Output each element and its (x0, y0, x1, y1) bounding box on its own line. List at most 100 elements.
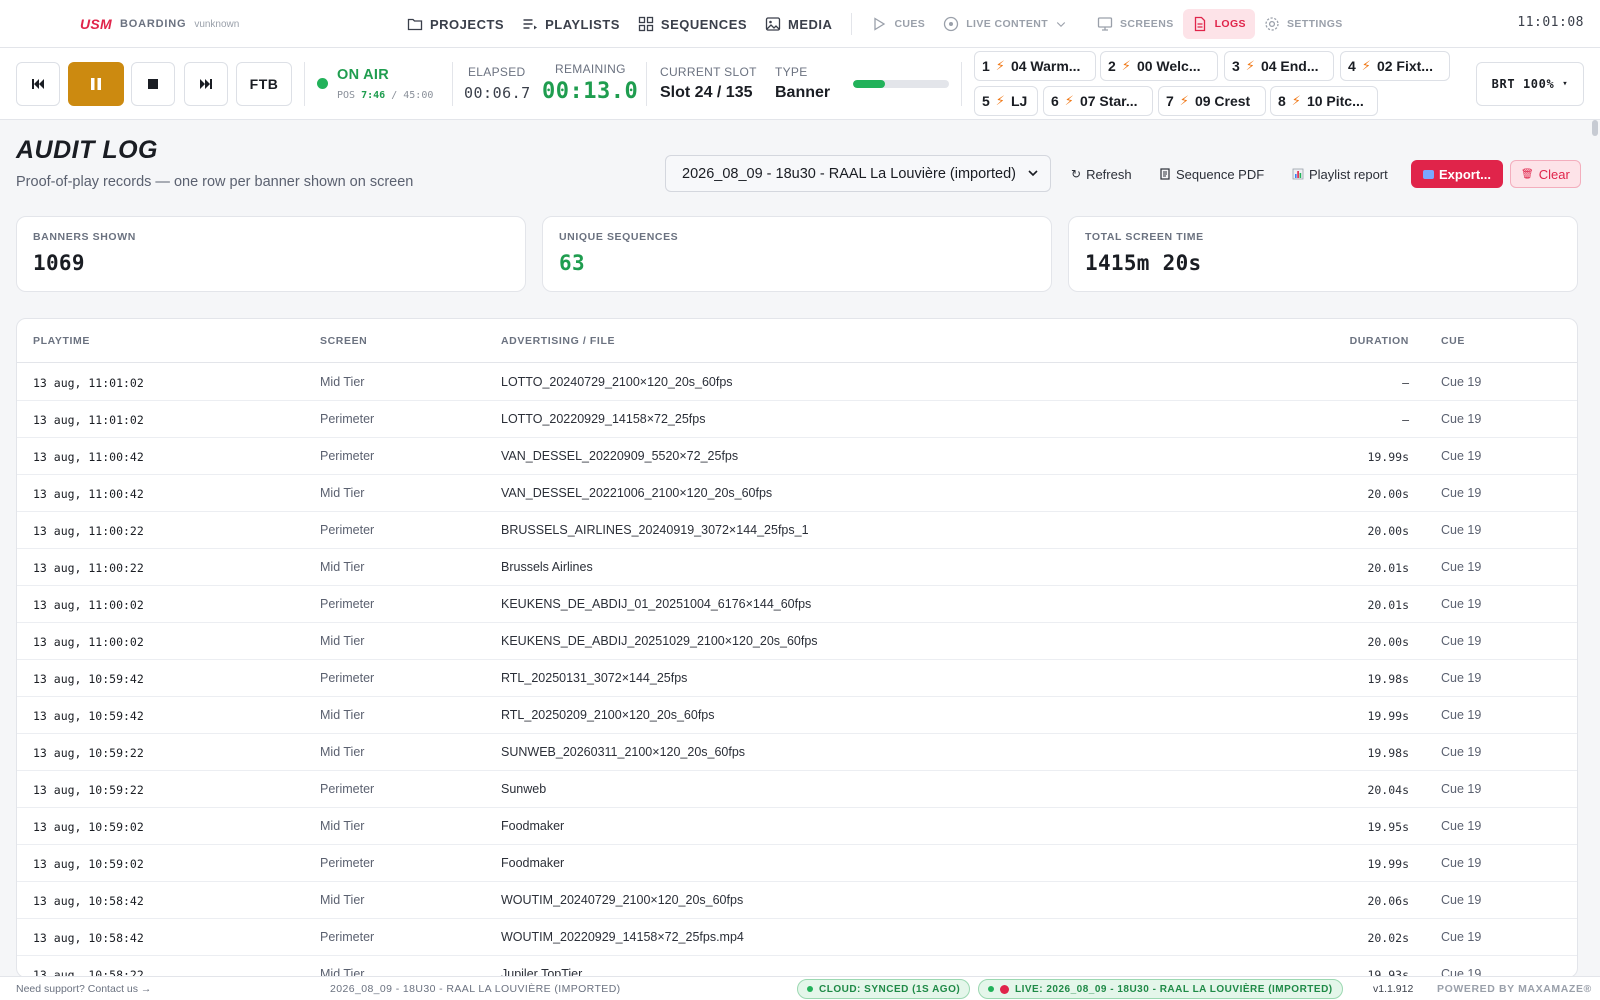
cell-duration: 19.95s (1367, 820, 1409, 834)
position-total: / 45:00 (391, 90, 434, 101)
cue-name: 04 Warm... (1010, 58, 1081, 74)
cell-cue: Cue 19 (1441, 560, 1482, 574)
table-row[interactable]: 13 aug, 11:00:22 Mid Tier Brussels Airline… (17, 549, 1577, 586)
table-row[interactable]: 13 aug, 10:59:02 Mid Tier Foodmaker 19.95s C… (17, 808, 1577, 845)
cue-number: 8 (1278, 93, 1286, 109)
table-row[interactable]: 13 aug, 10:59:22 Mid Tier SUNWEB_20260311_… (17, 734, 1577, 771)
table-row[interactable]: 13 aug, 10:58:42 Perimeter WOUTIM_20220929… (17, 919, 1577, 956)
column-header-duration[interactable]: DURATION (1350, 335, 1409, 347)
table-row[interactable]: 13 aug, 10:58:22 Mid Tier Jupiler TopTier 1… (17, 956, 1577, 977)
playlist-icon (523, 19, 538, 30)
cue-button-1[interactable]: 1 ⚡ 04 Warm... (974, 51, 1096, 81)
status-footer: Need support? Contact us → 2026_08_09 - … (0, 976, 1600, 1000)
nav-settings[interactable]: SETTINGS (1255, 9, 1352, 39)
scrollbar-thumb[interactable] (1592, 120, 1598, 136)
cue-button-6[interactable]: 6 ⚡ 07 Star... (1043, 86, 1153, 116)
table-row[interactable]: 13 aug, 11:00:02 Mid Tier KEUKENS_DE_ABDIJ… (17, 623, 1577, 660)
table-row[interactable]: 13 aug, 11:01:02 Perimeter LOTTO_20220929_… (17, 401, 1577, 438)
brand: USM BOARDING vunknown (80, 0, 239, 48)
refresh-label: Refresh (1086, 166, 1132, 182)
cell-screen: Perimeter (320, 523, 375, 537)
cell-playtime: 13 aug, 10:59:22 (33, 783, 144, 797)
nav-list: PROJECTS PLAYLISTS SEQUENCES MEDIA CUES … (398, 0, 1352, 48)
cue-button-5[interactable]: 5 ⚡ LJ (974, 86, 1038, 116)
cue-button-3[interactable]: 3 ⚡ 04 End... (1224, 51, 1334, 81)
bolt-icon: ⚡ (1245, 58, 1255, 73)
elapsed-value: 00:06.7 (464, 84, 531, 102)
slot-progress-fill (853, 80, 885, 88)
cell-screen: Mid Tier (320, 486, 365, 500)
nav-sequences[interactable]: SEQUENCES (629, 9, 756, 39)
cue-button-7[interactable]: 7 ⚡ 09 Crest (1158, 86, 1266, 116)
sequence-select[interactable]: 2026_08_09 - 18u30 - RAAL La Louvière (i… (665, 155, 1051, 192)
nav-projects[interactable]: PROJECTS (398, 9, 513, 39)
nav-live-content-label: LIVE CONTENT (966, 18, 1049, 30)
column-header-cue[interactable]: CUE (1441, 335, 1465, 347)
fade-to-black-button[interactable]: FTB (236, 62, 292, 106)
play-outline-icon (874, 17, 886, 31)
table-row[interactable]: 13 aug, 10:58:42 Mid Tier WOUTIM_20240729_… (17, 882, 1577, 919)
current-slot-value: Slot 24 / 135 (660, 84, 753, 101)
nav-playlists[interactable]: PLAYLISTS (513, 9, 629, 39)
stop-button[interactable] (131, 62, 175, 106)
sync-dot (807, 986, 813, 992)
cell-file: KEUKENS_DE_ABDIJ_01_20251004_6176×144_60… (501, 597, 812, 611)
cue-button-2[interactable]: 2 ⚡ 00 Welc... (1100, 51, 1218, 81)
cell-cue: Cue 19 (1441, 819, 1482, 833)
clock: 11:01:08 (1517, 15, 1584, 30)
column-header-playtime[interactable]: PLAYTIME (33, 335, 90, 347)
brand-logo[interactable]: USM (80, 16, 112, 32)
nav-logs[interactable]: LOGS (1182, 9, 1255, 39)
position-label: POS (337, 90, 356, 101)
table-row[interactable]: 13 aug, 11:00:22 Perimeter BRUSSELS_AIRLIN… (17, 512, 1577, 549)
cell-cue: Cue 19 (1441, 930, 1482, 944)
column-header-screen[interactable]: SCREEN (320, 335, 367, 347)
table-row[interactable]: 13 aug, 10:59:22 Perimeter Sunweb 20.04s Cue… (17, 771, 1577, 808)
table-row[interactable]: 13 aug, 10:59:02 Perimeter Foodmaker 19.99s… (17, 845, 1577, 882)
cue-name: 09 Crest (1194, 93, 1251, 109)
sequence-select-value: 2026_08_09 - 18u30 - RAAL La Louvière (i… (682, 165, 1016, 182)
clear-button[interactable]: 🗑 Clear (1510, 160, 1581, 188)
cell-playtime: 13 aug, 10:58:42 (33, 931, 144, 945)
nav-cues[interactable]: CUES (862, 9, 934, 39)
gear-icon (1265, 17, 1279, 31)
cell-screen: Mid Tier (320, 819, 365, 833)
export-button[interactable]: Export... (1411, 160, 1504, 188)
user-name: vunknown (194, 18, 240, 30)
cell-duration: 20.00s (1367, 487, 1409, 501)
cell-file: LOTTO_20240729_2100×120_20s_60fps (501, 375, 733, 389)
column-header-file[interactable]: ADVERTISING / FILE (501, 335, 615, 347)
cue-button-4[interactable]: 4 ⚡ 02 Fixt... (1340, 51, 1450, 81)
nav-settings-label: SETTINGS (1286, 18, 1343, 30)
table-row[interactable]: 13 aug, 11:00:02 Perimeter KEUKENS_DE_ABDI… (17, 586, 1577, 623)
cue-number: 4 (1348, 58, 1356, 74)
brightness-select[interactable]: BRT 100% ▾ (1476, 62, 1584, 106)
table-row[interactable]: 13 aug, 11:00:42 Mid Tier VAN_DESSEL_20221… (17, 475, 1577, 512)
table-row[interactable]: 13 aug, 10:59:42 Perimeter RTL_20250131_30… (17, 660, 1577, 697)
refresh-icon: ↻ (1071, 167, 1082, 181)
bolt-icon: ⚡ (1291, 93, 1301, 108)
playlist-report-button[interactable]: Playlist report (1286, 160, 1394, 188)
nav-media[interactable]: MEDIA (756, 9, 841, 39)
monitor-icon (1097, 17, 1113, 31)
live-icon (944, 16, 959, 32)
next-button[interactable] (184, 62, 228, 106)
cell-file: RTL_20250131_3072×144_25fps (501, 671, 688, 685)
cue-name: LJ (1010, 93, 1028, 109)
support-link[interactable]: Need support? Contact us → (16, 983, 151, 995)
cell-file: KEUKENS_DE_ABDIJ_20251029_2100×120_20s_6… (501, 634, 818, 648)
refresh-button[interactable]: ↻ Refresh (1065, 160, 1138, 188)
cell-playtime: 13 aug, 10:59:42 (33, 709, 144, 723)
cue-button-8[interactable]: 8 ⚡ 10 Pitc... (1270, 86, 1378, 116)
table-row[interactable]: 13 aug, 10:59:42 Mid Tier RTL_20250209_210… (17, 697, 1577, 734)
pause-button[interactable] (68, 62, 124, 106)
table-row[interactable]: 13 aug, 11:00:42 Perimeter VAN_DESSEL_2022… (17, 438, 1577, 475)
sequence-pdf-button[interactable]: Sequence PDF (1153, 160, 1270, 188)
cell-screen: Mid Tier (320, 634, 365, 648)
nav-live-content[interactable]: LIVE CONTENT (934, 9, 1076, 39)
cell-duration: 19.98s (1367, 672, 1409, 686)
nav-screens[interactable]: SCREENS (1088, 9, 1183, 39)
previous-button[interactable] (16, 62, 60, 106)
table-row[interactable]: 13 aug, 11:01:02 Mid Tier LOTTO_20240729_2… (17, 364, 1577, 401)
cell-screen: Perimeter (320, 782, 375, 796)
